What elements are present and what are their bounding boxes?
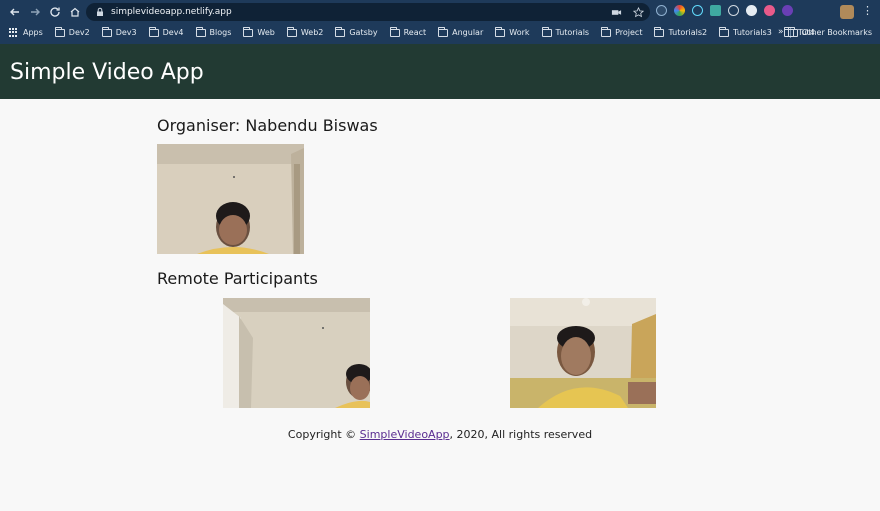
extension-icon[interactable]: [692, 5, 703, 16]
kebab-menu-icon[interactable]: ⋮: [862, 4, 873, 18]
footer-site-link[interactable]: SimpleVideoApp: [360, 428, 450, 441]
bookmark-apps[interactable]: Apps: [9, 28, 43, 37]
folder-icon: [243, 26, 254, 37]
extension-icon[interactable]: [746, 5, 757, 16]
bookmark-folder[interactable]: Web2: [286, 26, 323, 37]
bookmark-folder[interactable]: Tutorials3: [719, 26, 772, 37]
extension-icon[interactable]: [710, 5, 721, 16]
footer: Copyright © SimpleVideoApp, 2020, All ri…: [0, 428, 880, 441]
folder-icon: [541, 26, 552, 37]
folder-icon: [335, 26, 346, 37]
folder-icon: [719, 26, 730, 37]
bookmark-other[interactable]: Other Bookmarks: [788, 24, 872, 41]
apps-grid-icon: [9, 28, 18, 37]
bookmark-folder[interactable]: React: [389, 26, 426, 37]
reload-icon[interactable]: [46, 3, 64, 21]
footer-copyright-suffix: , 2020, All rights reserved: [449, 428, 593, 441]
bookmarks-bar: Apps Dev2 Dev3 Dev4 Blogs Web Web2 Gatsb…: [0, 24, 880, 41]
folder-icon: [438, 26, 449, 37]
footer-copyright-prefix: Copyright ©: [287, 428, 357, 441]
remote-video-2: [510, 298, 656, 408]
app-title: Simple Video App: [10, 60, 204, 85]
address-bar[interactable]: simplevideoapp.netlify.app: [86, 3, 650, 21]
extension-bar: [656, 5, 793, 16]
bookmark-folder[interactable]: Work: [495, 26, 530, 37]
forward-icon[interactable]: [26, 3, 44, 21]
extension-icon[interactable]: [782, 5, 793, 16]
folder-icon: [101, 26, 112, 37]
folder-icon: [54, 26, 65, 37]
bookmark-folder[interactable]: Angular: [438, 26, 483, 37]
url-text: simplevideoapp.netlify.app: [111, 7, 232, 17]
extension-icon[interactable]: [764, 5, 775, 16]
folder-icon: [286, 26, 297, 37]
app-header: Simple Video App: [0, 44, 880, 99]
lock-icon: [97, 7, 103, 16]
organiser-video: [157, 144, 304, 254]
bookmarks-overflow-icon[interactable]: »: [778, 24, 784, 41]
bookmark-folder[interactable]: Blogs: [195, 26, 231, 37]
extension-icon[interactable]: [656, 5, 667, 16]
folder-icon: [495, 26, 506, 37]
extension-icon[interactable]: [728, 5, 739, 16]
camera-icon[interactable]: [610, 6, 622, 18]
bookmark-folder[interactable]: Gatsby: [335, 26, 378, 37]
folder-icon: [148, 26, 159, 37]
browser-chrome: simplevideoapp.netlify.app ⋮ Apps Dev2 D…: [0, 0, 880, 44]
organiser-heading: Organiser: Nabendu Biswas: [157, 116, 378, 135]
home-icon[interactable]: [66, 3, 84, 21]
bookmark-folder[interactable]: Dev4: [148, 26, 184, 37]
extension-icon[interactable]: [674, 5, 685, 16]
remote-participants-heading: Remote Participants: [157, 269, 318, 288]
bookmark-folder[interactable]: Project: [601, 26, 642, 37]
folder-icon: [788, 26, 799, 37]
bookmark-folder[interactable]: Tutorials2: [654, 26, 707, 37]
remote-video-1: [223, 298, 370, 408]
bookmark-folder[interactable]: Web: [243, 26, 275, 37]
folder-icon: [601, 26, 612, 37]
back-icon[interactable]: [6, 3, 24, 21]
folder-icon: [389, 26, 400, 37]
folder-icon: [195, 26, 206, 37]
profile-avatar[interactable]: [840, 5, 854, 19]
bookmark-folder[interactable]: Dev2: [54, 26, 90, 37]
star-icon[interactable]: [632, 6, 644, 18]
folder-icon: [654, 26, 665, 37]
bookmark-folder[interactable]: Tutorials: [541, 26, 589, 37]
bookmark-folder[interactable]: Dev3: [101, 26, 137, 37]
